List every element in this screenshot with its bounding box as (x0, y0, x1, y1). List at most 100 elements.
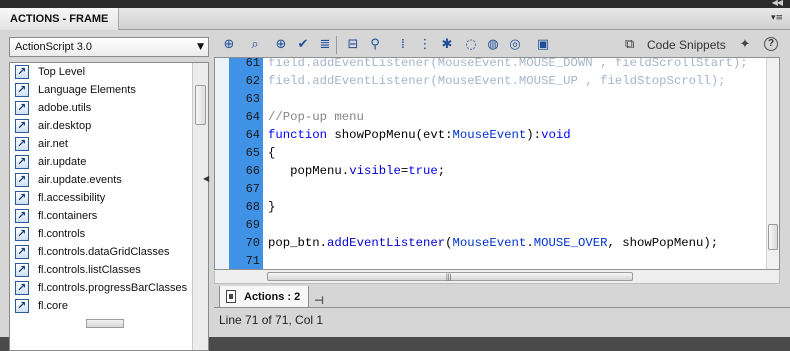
breakpoint-gutter[interactable] (215, 58, 229, 269)
grip-icon: ||| (446, 274, 452, 281)
line-number: 69 (245, 218, 260, 232)
show-code-hint-icon[interactable]: ⊟ (344, 36, 362, 54)
apply-block-comment-icon[interactable]: ◌ (462, 36, 480, 54)
tree-item[interactable]: fl.containers (10, 207, 208, 225)
script-editor[interactable]: 61 field.addEventListener(MouseEvent.MOUS… (214, 57, 780, 270)
code-line[interactable]: popMenu.visible=true; (268, 162, 445, 180)
line-number: 63 (245, 92, 260, 106)
collapse-selection-icon[interactable]: ⋮ (416, 36, 434, 54)
code-line[interactable]: { (268, 144, 275, 162)
code-token: void (541, 128, 571, 142)
code-line[interactable]: } (268, 198, 275, 216)
tree-item[interactable]: air.update (10, 153, 208, 171)
tree-item[interactable]: air.net (10, 135, 208, 153)
panel-menu-icon[interactable]: ▾≡ (770, 11, 784, 25)
tree-item-label: fl.controls.dataGridClasses (38, 246, 170, 258)
script-toolbar: ⊕ ⌕ ⊕ ✔ ≣ ⊟ ⚲ ⁞ ⋮ ✱ ◌ ◍ ◎ ▣ ⧉ Code Snipp… (214, 33, 790, 57)
collapse-left-icon[interactable]: ◀ (203, 172, 211, 186)
tree-item[interactable]: fl.controls.listClasses (10, 261, 208, 279)
book-icon (15, 171, 29, 189)
wand-icon[interactable]: ✦ (736, 36, 754, 54)
code-token: MouseEvent (452, 128, 527, 142)
collapse-between-braces-icon[interactable]: ⁞ (394, 36, 412, 54)
tree-item[interactable]: fl.controls.dataGridClasses (10, 243, 208, 261)
actions-toolbox: ActionScript 3.0 ▼ Top Level Language Ele… (6, 34, 209, 351)
book-icon (15, 297, 29, 315)
tree-item[interactable]: Top Level (10, 63, 208, 81)
tree-item[interactable]: adobe.utils (10, 99, 208, 117)
double-chevron-right-icon[interactable]: ◀◀ (772, 0, 783, 7)
apply-line-comment-icon[interactable]: ◍ (484, 36, 502, 54)
code-token: MOUSE_OVER (533, 236, 608, 250)
debug-options-icon[interactable]: ⚲ (366, 36, 384, 54)
code-snippets-label: Code Snippets (647, 38, 726, 52)
tree-item-label: Top Level (38, 66, 86, 78)
editor-vertical-scrollbar[interactable] (766, 58, 779, 269)
toolbox-resize-handle[interactable] (86, 319, 124, 328)
panel-title[interactable]: ACTIONS - FRAME (0, 8, 120, 30)
tree-item-label: air.update (38, 156, 87, 168)
help-icon[interactable]: ? (764, 37, 778, 51)
check-syntax-icon[interactable]: ✔ (294, 36, 312, 54)
add-statement-icon[interactable]: ⊕ (220, 36, 238, 54)
find-icon[interactable]: ⌕ (246, 36, 264, 54)
remove-comment-icon[interactable]: ◎ (506, 36, 524, 54)
show-hide-toolbox-icon[interactable]: ▣ (534, 36, 552, 54)
auto-format-icon[interactable]: ≣ (316, 36, 334, 54)
code-snippets-icon: ⧉ (625, 37, 635, 52)
tab-actions[interactable]: Actions : 2 ⊣ (219, 286, 324, 308)
code-token: //Pop-up menu (268, 110, 364, 124)
code-token: popMenu. (268, 164, 350, 178)
code-token: addEventListener (327, 236, 446, 250)
code-line[interactable]: function showPopMenu(evt:MouseEvent):voi… (268, 126, 571, 144)
book-icon (15, 261, 29, 279)
line-number: 64 (245, 110, 260, 124)
insert-target-path-icon[interactable]: ⊕ (272, 36, 290, 54)
code-token: . (526, 236, 534, 250)
code-token: field.addEventListener(MouseEvent.MOUSE_… (268, 74, 726, 88)
pin-icon[interactable]: ⊣ (314, 290, 324, 312)
book-icon (15, 189, 29, 207)
editor-h-scroll-thumb[interactable]: ||| (267, 272, 633, 281)
book-icon (15, 207, 29, 225)
book-icon (15, 135, 29, 153)
code-token: , showPopMenu); (607, 236, 719, 250)
language-tree[interactable]: Top Level Language Elements adobe.utils air… (9, 62, 209, 351)
script-tabs: Actions : 2 ⊣ (214, 286, 790, 308)
pane-splitter[interactable]: ◀ (203, 34, 211, 332)
editor-v-scroll-thumb[interactable] (768, 224, 778, 250)
code-token: } (268, 200, 276, 214)
tree-item-label: fl.accessibility (38, 192, 106, 204)
code-token: { (268, 146, 276, 160)
tree-item[interactable]: fl.core (10, 297, 208, 315)
status-bar: Line 71 of 71, Col 1 (219, 313, 324, 327)
code-token: ; (437, 164, 446, 178)
code-snippets-button[interactable]: ⧉ Code Snippets (625, 36, 726, 54)
code-token: field.addEventListener(MouseEvent.MOUSE_… (268, 57, 748, 70)
tree-item[interactable]: fl.accessibility (10, 189, 208, 207)
line-number: 70 (245, 236, 260, 250)
book-icon (15, 63, 29, 81)
tree-item[interactable]: air.desktop (10, 117, 208, 135)
code-token: pop_btn. (268, 236, 328, 250)
tree-item-label: fl.controls (38, 228, 86, 240)
document-icon (226, 290, 236, 303)
tree-item[interactable]: Language Elements (10, 81, 208, 99)
editor-horizontal-scrollbar[interactable]: ||| (214, 270, 780, 284)
line-number: 64 (245, 128, 260, 142)
code-line[interactable]: pop_btn.addEventListener(MouseEvent.MOUS… (268, 234, 718, 252)
tree-item[interactable]: air.update.events (10, 171, 208, 189)
tree-item[interactable]: fl.controls (10, 225, 208, 243)
code-line[interactable]: field.addEventListener(MouseEvent.MOUSE_… (268, 57, 748, 72)
line-number: 68 (245, 200, 260, 214)
code-line[interactable]: //Pop-up menu (268, 108, 364, 126)
book-icon (15, 99, 29, 117)
actionscript-version-select[interactable]: ActionScript 3.0 ▼ (9, 37, 209, 57)
code-line[interactable]: field.addEventListener(MouseEvent.MOUSE_… (268, 72, 726, 90)
line-number: 66 (245, 164, 260, 178)
expand-all-icon[interactable]: ✱ (438, 36, 456, 54)
tree-item-label: air.net (38, 138, 68, 150)
book-icon (15, 243, 29, 261)
tree-item[interactable]: fl.controls.progressBarClasses (10, 279, 208, 297)
line-number: 61 (245, 57, 260, 70)
